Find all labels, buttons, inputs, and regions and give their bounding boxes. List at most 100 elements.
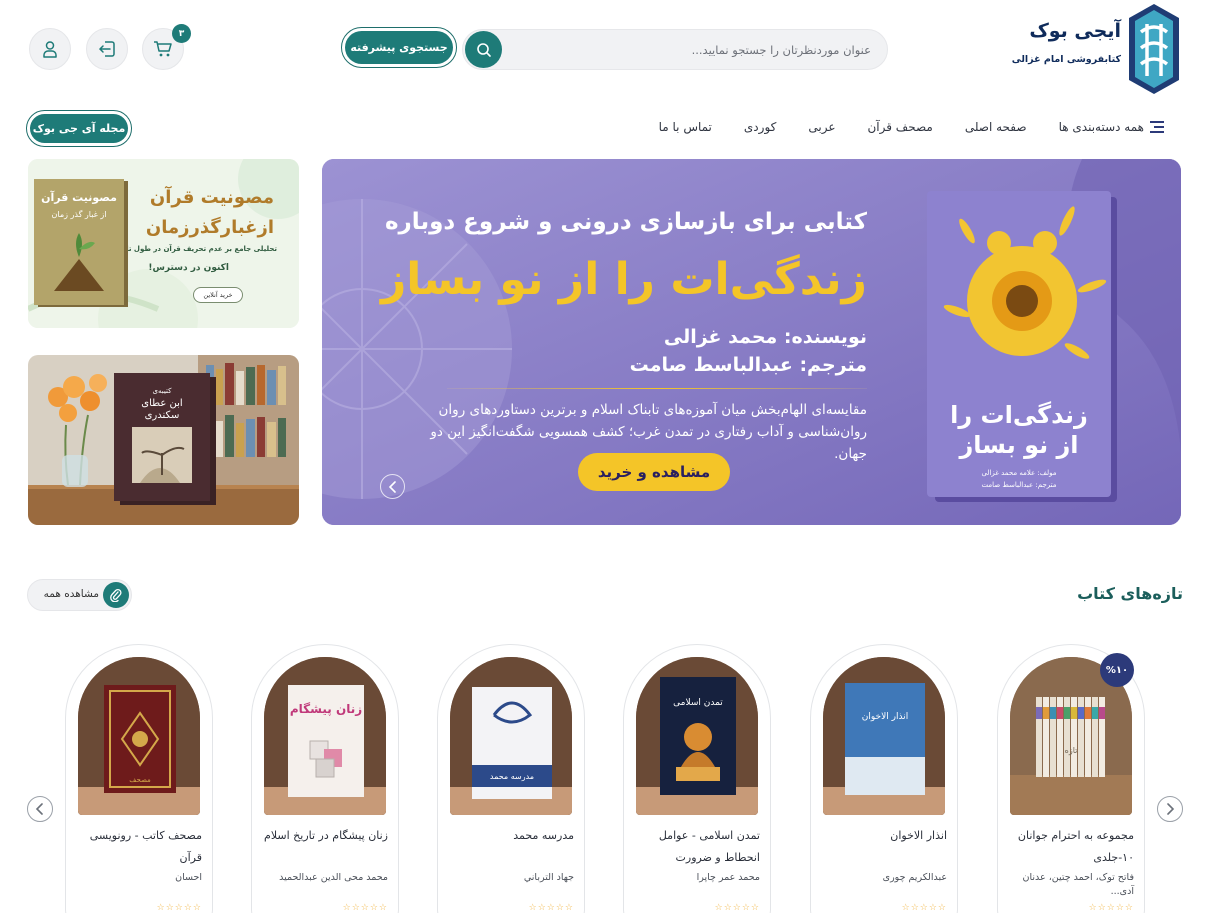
logo-title: آیجی بوک — [1029, 20, 1121, 42]
side-book-title-1: مصونیت قرآن — [41, 190, 117, 204]
hero-banner[interactable]: کتابی برای بازسازی درونی و شروع دوباره ز… — [322, 159, 1181, 525]
discount-badge: %۱۰ — [1100, 653, 1134, 687]
product-author: جهاد الترباني — [523, 872, 574, 883]
nav-arabic[interactable]: عربی — [808, 120, 835, 134]
cart-button[interactable]: ۳ — [142, 24, 191, 70]
side-banner-book-cover: مصونیت قرآن از غبار گذر زمان — [34, 179, 128, 307]
see-all-icon-wrap — [103, 582, 129, 608]
cart-count-badge: ۳ — [172, 24, 191, 43]
hero-book-title-1: زندگی‌ات را — [950, 401, 1088, 429]
side-banner-quran[interactable]: مصونیت قرآن ازغبارگذرزمان تحلیلی جامع بر… — [28, 159, 299, 328]
product-image: انذار الاخوان — [823, 657, 945, 815]
nav-quran[interactable]: مصحف قرآن — [867, 120, 932, 134]
side-banner-title-2: ازغبارگذرزمان — [145, 217, 274, 238]
nav-all-categories[interactable]: همه دسته‌بندی ها — [1059, 120, 1164, 134]
product-cover-text: تازه — [1065, 746, 1078, 755]
hero-cta-button[interactable]: مشاهده و خرید — [578, 453, 730, 491]
chevron-left-icon — [35, 803, 43, 815]
product-title[interactable]: مجموعه به احترام جوانان ۱۰-جلدی — [1008, 825, 1134, 869]
product-cover-text: انذار الاخوان — [862, 712, 908, 722]
advanced-search-button[interactable]: جستجوی پیشرفته — [341, 27, 457, 68]
carousel-prev-button[interactable] — [27, 796, 53, 822]
menu-icon — [1150, 121, 1164, 133]
hero-headline: کتابی برای بازسازی درونی و شروع دوباره — [384, 209, 867, 235]
product-title[interactable]: مصحف کاتب - رونویسی قرآن — [76, 825, 202, 869]
search-icon — [476, 42, 491, 57]
login-button[interactable] — [86, 28, 128, 70]
product-title[interactable]: تمدن اسلامی - عوامل انحطاط و ضرورت — [634, 825, 760, 869]
product-cover-text: مصحف — [129, 776, 151, 784]
side2-book-title-1: کتیبه‌ی — [153, 387, 173, 395]
side-banner-subtitle: تحلیلی جامع بر عدم تحریف قرآن در طول تار… — [114, 245, 278, 253]
logo-emblem-icon — [1129, 4, 1179, 94]
rating-stars: ☆☆☆☆☆ — [156, 903, 202, 913]
carousel-next-button[interactable] — [1157, 796, 1183, 822]
rating-stars: ☆☆☆☆☆ — [901, 903, 947, 913]
paperclip-icon — [110, 588, 122, 602]
side-banner-photo: کتیبه‌ی ابن عطای سکندری — [28, 355, 299, 525]
cart-icon — [154, 41, 172, 57]
nav-home[interactable]: صفحه اصلی — [965, 120, 1027, 134]
hero-book-translator: مترجم: عبدالباسط صامت — [981, 481, 1056, 489]
product-card[interactable]: زنان پیشگام زنان پیشگام در تاریخ اسلام م… — [251, 644, 399, 913]
product-card[interactable]: مدرسه محمد مدرسه محمد جهاد الترباني ☆☆☆☆… — [437, 644, 585, 913]
product-title[interactable]: مدرسه محمد — [448, 825, 574, 847]
side-book-title-2: از غبار گذر زمان — [52, 209, 107, 219]
side-banner-title-1: مصونیت قرآن — [149, 187, 274, 208]
product-card[interactable]: مصحف مصحف کاتب - رونویسی قرآن احسان ☆☆☆☆… — [65, 644, 213, 913]
side2-book-title-3: سکندری — [145, 410, 180, 421]
hero-book-author: مولف: علامه محمد غزالی — [981, 469, 1056, 477]
hero-book-cover: زندگی‌ات را از نو بساز مولف: علامه محمد … — [927, 191, 1117, 502]
chevron-right-icon — [1167, 803, 1175, 815]
product-card[interactable]: تازه %۱۰ مجموعه به احترام جوانان ۱۰-جلدی… — [997, 644, 1145, 913]
product-author: عبدالکریم چوری — [882, 872, 947, 883]
product-author: احسان — [175, 872, 202, 883]
search-button[interactable] — [465, 31, 502, 68]
rating-stars: ☆☆☆☆☆ — [714, 903, 760, 913]
product-image: تمدن اسلامی — [636, 657, 758, 815]
user-account-button[interactable] — [29, 28, 71, 70]
product-card[interactable]: انذار الاخوان انذار الاخوان عبدالکریم چو… — [810, 644, 958, 913]
rating-stars: ☆☆☆☆☆ — [342, 903, 388, 913]
search-input[interactable] — [531, 30, 871, 69]
product-image: مدرسه محمد — [450, 657, 572, 815]
search-bar — [462, 29, 888, 70]
product-card[interactable]: تمدن اسلامی تمدن اسلامی - عوامل انحطاط و… — [623, 644, 771, 913]
product-image: زنان پیشگام — [264, 657, 386, 815]
login-icon — [98, 41, 115, 57]
side-banner-available: اکنون در دسترس! — [148, 263, 229, 273]
user-icon — [43, 41, 57, 58]
product-cover-text: تمدن اسلامی — [673, 698, 723, 708]
product-cover-text: مدرسه محمد — [490, 772, 534, 781]
product-author: محمد عمر چاپرا — [696, 872, 760, 883]
hero-prev-button[interactable] — [380, 474, 405, 499]
magazine-label: مجله آی جی بوک — [30, 114, 128, 143]
main-navigation: همه دسته‌بندی ها صفحه اصلی مصحف قرآن عرب… — [659, 120, 1164, 134]
product-title[interactable]: زنان پیشگام در تاریخ اسلام — [262, 825, 388, 847]
product-title[interactable]: انذار الاخوان — [821, 825, 947, 847]
hero-translator: مترجم: عبدالباسط صامت — [629, 354, 867, 376]
site-logo[interactable]: آیجی بوک کتابفروشی امام غزالی — [1012, 2, 1181, 98]
side-banner-book[interactable]: کتیبه‌ی ابن عطای سکندری — [28, 355, 299, 525]
chevron-left-icon — [388, 480, 396, 493]
nav-label: همه دسته‌بندی ها — [1058, 120, 1144, 134]
product-author: فاتح توک، احمد چتین، عدنان آدی... — [1022, 872, 1134, 897]
product-cover-text: زنان پیشگام — [290, 702, 362, 717]
hero-title: زندگی‌ات را از نو بساز — [380, 254, 867, 305]
side-banner-buy-button[interactable]: خرید آنلاین — [193, 287, 243, 303]
side2-book-title-2: ابن عطای — [141, 398, 182, 409]
section-title: تازه‌های کتاب — [1077, 584, 1183, 603]
advanced-search-label: جستجوی پیشرفته — [345, 31, 453, 64]
see-all-button[interactable]: مشاهده همه — [27, 579, 132, 611]
nav-contact[interactable]: تماس با ما — [659, 120, 712, 134]
nav-kurdish[interactable]: کوردی — [744, 120, 776, 134]
product-author: محمد محی الدین عبدالحمید — [279, 872, 388, 883]
hero-divider — [447, 388, 867, 389]
hero-book-title-2: از نو بساز — [958, 431, 1078, 459]
product-image: مصحف — [78, 657, 200, 815]
rating-stars: ☆☆☆☆☆ — [528, 903, 574, 913]
magazine-button[interactable]: مجله آی جی بوک — [26, 110, 132, 147]
rating-stars: ☆☆☆☆☆ — [1088, 903, 1134, 913]
hero-author: نویسنده: محمد غزالی — [663, 326, 867, 348]
logo-subtitle: کتابفروشی امام غزالی — [1011, 54, 1121, 65]
